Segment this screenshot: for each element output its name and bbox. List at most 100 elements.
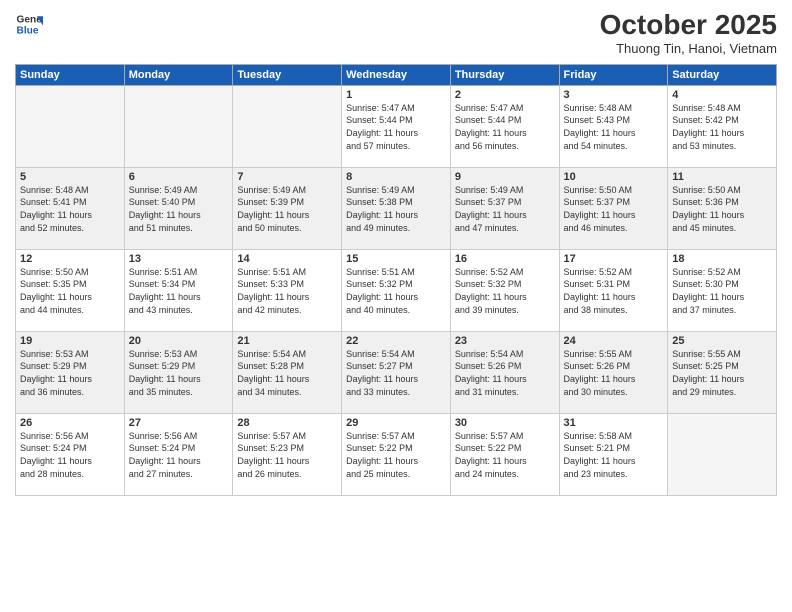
day-number: 2 bbox=[455, 89, 555, 101]
day-number: 20 bbox=[129, 335, 229, 347]
table-row: 20Sunrise: 5:53 AM Sunset: 5:29 PM Dayli… bbox=[124, 331, 233, 413]
day-info: Sunrise: 5:52 AM Sunset: 5:31 PM Dayligh… bbox=[564, 266, 664, 316]
logo: General Blue bbox=[15, 10, 43, 38]
table-row: 13Sunrise: 5:51 AM Sunset: 5:34 PM Dayli… bbox=[124, 249, 233, 331]
day-info: Sunrise: 5:49 AM Sunset: 5:37 PM Dayligh… bbox=[455, 184, 555, 234]
day-number: 14 bbox=[237, 253, 337, 265]
day-number: 17 bbox=[564, 253, 664, 265]
day-info: Sunrise: 5:49 AM Sunset: 5:38 PM Dayligh… bbox=[346, 184, 446, 234]
col-saturday: Saturday bbox=[668, 64, 777, 85]
table-row: 5Sunrise: 5:48 AM Sunset: 5:41 PM Daylig… bbox=[16, 167, 125, 249]
table-row: 2Sunrise: 5:47 AM Sunset: 5:44 PM Daylig… bbox=[450, 85, 559, 167]
calendar-week-row: 12Sunrise: 5:50 AM Sunset: 5:35 PM Dayli… bbox=[16, 249, 777, 331]
month-title: October 2025 bbox=[600, 10, 777, 41]
table-row: 15Sunrise: 5:51 AM Sunset: 5:32 PM Dayli… bbox=[342, 249, 451, 331]
table-row: 1Sunrise: 5:47 AM Sunset: 5:44 PM Daylig… bbox=[342, 85, 451, 167]
day-number: 8 bbox=[346, 171, 446, 183]
day-info: Sunrise: 5:54 AM Sunset: 5:28 PM Dayligh… bbox=[237, 348, 337, 398]
day-info: Sunrise: 5:50 AM Sunset: 5:36 PM Dayligh… bbox=[672, 184, 772, 234]
day-number: 28 bbox=[237, 417, 337, 429]
table-row: 9Sunrise: 5:49 AM Sunset: 5:37 PM Daylig… bbox=[450, 167, 559, 249]
day-info: Sunrise: 5:51 AM Sunset: 5:34 PM Dayligh… bbox=[129, 266, 229, 316]
table-row bbox=[233, 85, 342, 167]
table-row: 16Sunrise: 5:52 AM Sunset: 5:32 PM Dayli… bbox=[450, 249, 559, 331]
day-info: Sunrise: 5:57 AM Sunset: 5:23 PM Dayligh… bbox=[237, 430, 337, 480]
day-number: 21 bbox=[237, 335, 337, 347]
day-info: Sunrise: 5:52 AM Sunset: 5:30 PM Dayligh… bbox=[672, 266, 772, 316]
table-row: 6Sunrise: 5:49 AM Sunset: 5:40 PM Daylig… bbox=[124, 167, 233, 249]
day-number: 16 bbox=[455, 253, 555, 265]
day-number: 4 bbox=[672, 89, 772, 101]
day-info: Sunrise: 5:52 AM Sunset: 5:32 PM Dayligh… bbox=[455, 266, 555, 316]
logo-icon: General Blue bbox=[15, 10, 43, 38]
table-row: 18Sunrise: 5:52 AM Sunset: 5:30 PM Dayli… bbox=[668, 249, 777, 331]
svg-text:General: General bbox=[17, 14, 43, 25]
day-info: Sunrise: 5:54 AM Sunset: 5:26 PM Dayligh… bbox=[455, 348, 555, 398]
day-info: Sunrise: 5:54 AM Sunset: 5:27 PM Dayligh… bbox=[346, 348, 446, 398]
title-block: October 2025 Thuong Tin, Hanoi, Vietnam bbox=[600, 10, 777, 56]
table-row: 7Sunrise: 5:49 AM Sunset: 5:39 PM Daylig… bbox=[233, 167, 342, 249]
day-info: Sunrise: 5:48 AM Sunset: 5:41 PM Dayligh… bbox=[20, 184, 120, 234]
table-row: 26Sunrise: 5:56 AM Sunset: 5:24 PM Dayli… bbox=[16, 413, 125, 495]
table-row: 27Sunrise: 5:56 AM Sunset: 5:24 PM Dayli… bbox=[124, 413, 233, 495]
day-info: Sunrise: 5:53 AM Sunset: 5:29 PM Dayligh… bbox=[129, 348, 229, 398]
day-number: 25 bbox=[672, 335, 772, 347]
table-row: 12Sunrise: 5:50 AM Sunset: 5:35 PM Dayli… bbox=[16, 249, 125, 331]
location-subtitle: Thuong Tin, Hanoi, Vietnam bbox=[600, 41, 777, 56]
table-row: 30Sunrise: 5:57 AM Sunset: 5:22 PM Dayli… bbox=[450, 413, 559, 495]
page: General Blue October 2025 Thuong Tin, Ha… bbox=[0, 0, 792, 612]
table-row: 4Sunrise: 5:48 AM Sunset: 5:42 PM Daylig… bbox=[668, 85, 777, 167]
table-row: 23Sunrise: 5:54 AM Sunset: 5:26 PM Dayli… bbox=[450, 331, 559, 413]
calendar-table: Sunday Monday Tuesday Wednesday Thursday… bbox=[15, 64, 777, 496]
calendar-week-row: 1Sunrise: 5:47 AM Sunset: 5:44 PM Daylig… bbox=[16, 85, 777, 167]
table-row bbox=[124, 85, 233, 167]
day-number: 15 bbox=[346, 253, 446, 265]
svg-text:Blue: Blue bbox=[17, 25, 39, 36]
day-number: 31 bbox=[564, 417, 664, 429]
day-number: 22 bbox=[346, 335, 446, 347]
day-info: Sunrise: 5:47 AM Sunset: 5:44 PM Dayligh… bbox=[455, 102, 555, 152]
day-info: Sunrise: 5:50 AM Sunset: 5:37 PM Dayligh… bbox=[564, 184, 664, 234]
table-row: 11Sunrise: 5:50 AM Sunset: 5:36 PM Dayli… bbox=[668, 167, 777, 249]
table-row: 22Sunrise: 5:54 AM Sunset: 5:27 PM Dayli… bbox=[342, 331, 451, 413]
header: General Blue October 2025 Thuong Tin, Ha… bbox=[15, 10, 777, 56]
day-number: 10 bbox=[564, 171, 664, 183]
day-info: Sunrise: 5:49 AM Sunset: 5:39 PM Dayligh… bbox=[237, 184, 337, 234]
day-info: Sunrise: 5:49 AM Sunset: 5:40 PM Dayligh… bbox=[129, 184, 229, 234]
table-row: 14Sunrise: 5:51 AM Sunset: 5:33 PM Dayli… bbox=[233, 249, 342, 331]
table-row: 24Sunrise: 5:55 AM Sunset: 5:26 PM Dayli… bbox=[559, 331, 668, 413]
table-row: 28Sunrise: 5:57 AM Sunset: 5:23 PM Dayli… bbox=[233, 413, 342, 495]
day-info: Sunrise: 5:51 AM Sunset: 5:33 PM Dayligh… bbox=[237, 266, 337, 316]
table-row bbox=[16, 85, 125, 167]
day-info: Sunrise: 5:56 AM Sunset: 5:24 PM Dayligh… bbox=[129, 430, 229, 480]
col-wednesday: Wednesday bbox=[342, 64, 451, 85]
table-row: 29Sunrise: 5:57 AM Sunset: 5:22 PM Dayli… bbox=[342, 413, 451, 495]
day-info: Sunrise: 5:55 AM Sunset: 5:25 PM Dayligh… bbox=[672, 348, 772, 398]
day-info: Sunrise: 5:57 AM Sunset: 5:22 PM Dayligh… bbox=[346, 430, 446, 480]
table-row: 10Sunrise: 5:50 AM Sunset: 5:37 PM Dayli… bbox=[559, 167, 668, 249]
table-row: 21Sunrise: 5:54 AM Sunset: 5:28 PM Dayli… bbox=[233, 331, 342, 413]
day-number: 30 bbox=[455, 417, 555, 429]
table-row: 8Sunrise: 5:49 AM Sunset: 5:38 PM Daylig… bbox=[342, 167, 451, 249]
col-thursday: Thursday bbox=[450, 64, 559, 85]
day-number: 7 bbox=[237, 171, 337, 183]
table-row: 19Sunrise: 5:53 AM Sunset: 5:29 PM Dayli… bbox=[16, 331, 125, 413]
day-number: 12 bbox=[20, 253, 120, 265]
day-info: Sunrise: 5:57 AM Sunset: 5:22 PM Dayligh… bbox=[455, 430, 555, 480]
calendar-week-row: 26Sunrise: 5:56 AM Sunset: 5:24 PM Dayli… bbox=[16, 413, 777, 495]
day-number: 6 bbox=[129, 171, 229, 183]
day-number: 11 bbox=[672, 171, 772, 183]
day-info: Sunrise: 5:51 AM Sunset: 5:32 PM Dayligh… bbox=[346, 266, 446, 316]
day-number: 9 bbox=[455, 171, 555, 183]
table-row: 25Sunrise: 5:55 AM Sunset: 5:25 PM Dayli… bbox=[668, 331, 777, 413]
day-number: 29 bbox=[346, 417, 446, 429]
col-tuesday: Tuesday bbox=[233, 64, 342, 85]
day-info: Sunrise: 5:56 AM Sunset: 5:24 PM Dayligh… bbox=[20, 430, 120, 480]
calendar-header-row: Sunday Monday Tuesday Wednesday Thursday… bbox=[16, 64, 777, 85]
col-monday: Monday bbox=[124, 64, 233, 85]
day-info: Sunrise: 5:53 AM Sunset: 5:29 PM Dayligh… bbox=[20, 348, 120, 398]
table-row bbox=[668, 413, 777, 495]
col-sunday: Sunday bbox=[16, 64, 125, 85]
table-row: 31Sunrise: 5:58 AM Sunset: 5:21 PM Dayli… bbox=[559, 413, 668, 495]
calendar-week-row: 5Sunrise: 5:48 AM Sunset: 5:41 PM Daylig… bbox=[16, 167, 777, 249]
